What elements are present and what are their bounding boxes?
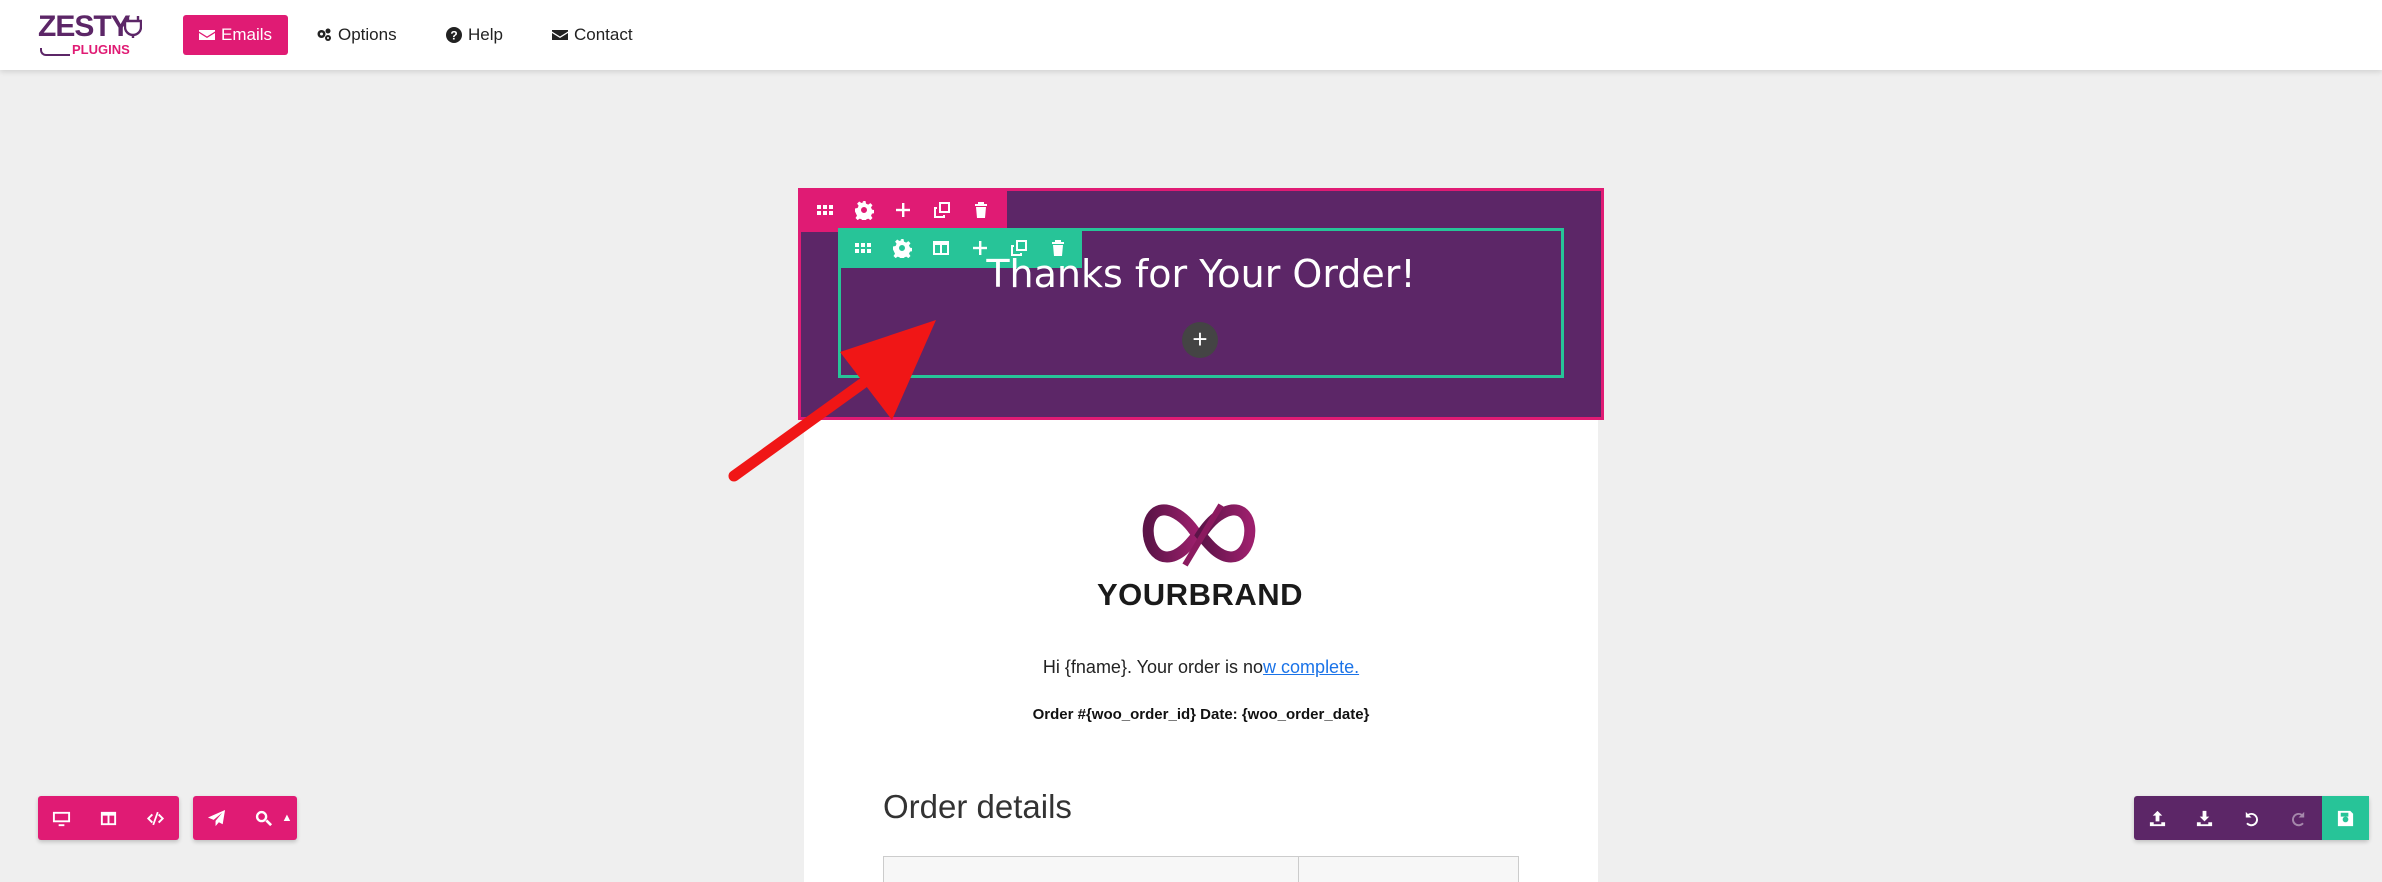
copy-icon (933, 202, 950, 218)
logo-subtitle: PLUGINS (72, 42, 130, 57)
save-button[interactable] (2322, 796, 2369, 840)
row-settings-button[interactable] (845, 192, 882, 228)
nav-options[interactable]: Options (300, 15, 413, 55)
layout-button[interactable] (85, 796, 132, 840)
row-duplicate-button[interactable] (923, 192, 960, 228)
order-info-line: Order #{woo_order_id} Date: {woo_order_d… (1032, 706, 1370, 723)
undo-button[interactable] (2228, 796, 2275, 840)
row-drag-button[interactable] (806, 192, 843, 228)
upload-icon (2149, 810, 2166, 826)
nav-emails[interactable]: Emails (183, 15, 289, 55)
envelope-icon (199, 30, 215, 40)
redo-icon (2291, 811, 2305, 826)
logo-cord (40, 48, 70, 56)
row-toolbar (798, 188, 1007, 232)
plug-icon (124, 16, 142, 38)
desktop-view-button[interactable] (38, 796, 85, 840)
nav-help[interactable]: ? Help (430, 15, 519, 55)
order-table (883, 856, 1519, 882)
nav-contact-label: Contact (574, 25, 633, 44)
actions-toolbar: ▲ (193, 796, 297, 840)
row-delete-button[interactable] (962, 192, 999, 228)
undo-icon (2245, 811, 2259, 826)
download-button[interactable] (2181, 796, 2228, 840)
desktop-icon (52, 811, 71, 826)
file-toolbar (2134, 796, 2369, 840)
greeting-text: Hi {fname}. Your order is now complete. (804, 657, 1598, 678)
columns-icon (100, 811, 117, 825)
brand-logo: YOURBRAND (1080, 495, 1320, 620)
send-test-button[interactable] (193, 796, 240, 840)
row-add-button[interactable] (884, 192, 921, 228)
download-icon (2196, 810, 2213, 826)
redo-button[interactable] (2275, 796, 2322, 840)
email-header-title[interactable]: Thanks for Your Order! (838, 252, 1564, 296)
code-view-button[interactable] (132, 796, 179, 840)
paper-plane-icon (207, 809, 226, 826)
plus-icon (895, 203, 910, 217)
view-toolbar (38, 796, 179, 840)
zesty-plugins-logo[interactable]: ZESTY PLUGINS (38, 10, 148, 58)
annotation-arrow (728, 320, 936, 482)
envelope-icon (552, 30, 568, 40)
brand-name: YOURBRAND (1097, 577, 1303, 612)
add-block-button[interactable]: + (1182, 322, 1218, 358)
code-icon (146, 811, 165, 825)
gears-icon (317, 28, 331, 41)
gear-icon (854, 201, 874, 220)
save-icon (2337, 810, 2354, 826)
caret-up-icon[interactable]: ▲ (277, 812, 297, 824)
greeting-prefix: Hi {fname}. Your order is no (1042, 657, 1264, 677)
svg-text:?: ? (450, 29, 457, 43)
order-details-heading: Order details (883, 788, 1072, 825)
grid-icon (816, 205, 833, 215)
nav-emails-label: Emails (221, 25, 273, 44)
logo-wordmark: ZESTY (38, 10, 131, 43)
nav-options-label: Options (338, 25, 397, 44)
trash-icon (974, 202, 987, 218)
search-icon (255, 810, 273, 826)
greeting-link[interactable]: w complete. (1263, 657, 1359, 677)
nav-contact[interactable]: Contact (536, 15, 649, 55)
question-circle-icon: ? (446, 27, 462, 43)
upload-button[interactable] (2134, 796, 2181, 840)
top-navbar: ZESTY PLUGINS Emails Options ? Help Cont… (0, 0, 2382, 70)
nav-help-label: Help (468, 25, 503, 44)
table-divider (1298, 857, 1299, 882)
infinity-logo-icon (1142, 503, 1256, 567)
